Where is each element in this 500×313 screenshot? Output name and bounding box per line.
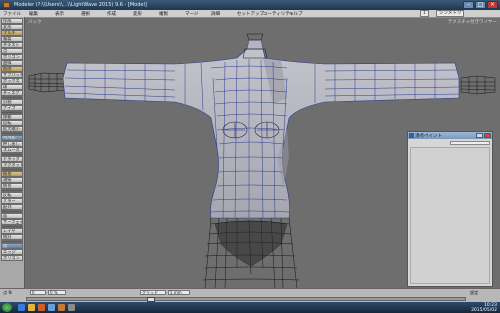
- status-tail[interactable]: 設定: [470, 290, 478, 296]
- app-icon-2[interactable]: [68, 304, 75, 311]
- viewport-label[interactable]: バック: [28, 19, 42, 25]
- menu-item[interactable]: ヘルプ: [289, 11, 303, 17]
- clock[interactable]: 10:23 2015/05/02: [471, 303, 497, 313]
- panel-close-button[interactable]: [484, 133, 491, 138]
- viewport-shading[interactable]: テクスチャ付きワイヤー: [448, 19, 497, 25]
- menu-item[interactable]: 表示: [55, 11, 64, 17]
- maximize-button[interactable]: □: [475, 1, 486, 9]
- panel-content: [410, 147, 490, 284]
- status-field-3[interactable]: グリッド: [140, 290, 166, 295]
- menu-item[interactable]: 編集: [29, 11, 38, 17]
- menu-item[interactable]: 選択: [81, 11, 90, 17]
- panel-icon: [409, 133, 414, 138]
- neck-mesh: [246, 39, 264, 50]
- window-controls: – □ ×: [463, 1, 498, 9]
- app-icon-1[interactable]: [48, 304, 55, 311]
- timeline-slider[interactable]: [26, 297, 466, 302]
- panel-title: 頂点ペイント: [415, 134, 442, 139]
- panel-slider[interactable]: [450, 141, 490, 145]
- menu-item[interactable]: マージ: [185, 11, 198, 17]
- media-icon[interactable]: [38, 304, 45, 311]
- app-icon: [3, 2, 10, 8]
- left-hand-cage: [28, 72, 68, 93]
- tool-button[interactable]: ポリゴン: [1, 255, 23, 261]
- folder-icon[interactable]: [28, 304, 35, 311]
- status-bar: 点 N 0 0 % グリッド 5 mm 設定: [0, 288, 500, 303]
- menu-item[interactable]: セットアップ: [237, 11, 264, 17]
- lightwave-icon[interactable]: [58, 304, 65, 311]
- taskbar: 10:23 2015/05/02: [0, 302, 500, 313]
- browser-icon[interactable]: [18, 304, 25, 311]
- panel-window-controls: [476, 133, 491, 138]
- status-field-1[interactable]: 0: [30, 290, 46, 295]
- status-mode: 点 N: [3, 290, 12, 295]
- title-bar: Modeler (?:\\Users\\...\\LightWave 2015)…: [0, 0, 500, 10]
- close-button[interactable]: ×: [487, 1, 498, 9]
- head-cage: [246, 33, 264, 41]
- menu-item[interactable]: 変形: [133, 11, 142, 17]
- tool-palette: 作成 変形 マルチ 複製 テキスト点ポリゴン 曲線 削除 サブパッチ ボックス球ディスク 分割 ナイ…: [0, 17, 25, 288]
- floating-panel[interactable]: 頂点ペイント: [407, 131, 493, 287]
- right-hand-cage: [460, 75, 496, 95]
- layer-field[interactable]: 1: [420, 10, 429, 17]
- menu-item[interactable]: 複製: [159, 11, 168, 17]
- window-title: Modeler (?:\\Users\\...\\LightWave 2015)…: [14, 2, 147, 8]
- start-button[interactable]: [2, 303, 12, 312]
- menu-item[interactable]: 詳細: [211, 11, 220, 17]
- status-field-2[interactable]: 0 %: [48, 290, 66, 295]
- menu-item[interactable]: 作成: [107, 11, 116, 17]
- clock-date: 2015/05/02: [471, 308, 497, 313]
- panel-title-bar[interactable]: 頂点ペイント: [408, 132, 492, 139]
- symmetry-toggle[interactable]: シンメトリ: [436, 10, 465, 17]
- status-field-4[interactable]: 5 mm: [168, 290, 190, 295]
- panel-minimize-button[interactable]: [476, 133, 483, 138]
- minimize-button[interactable]: –: [463, 1, 474, 9]
